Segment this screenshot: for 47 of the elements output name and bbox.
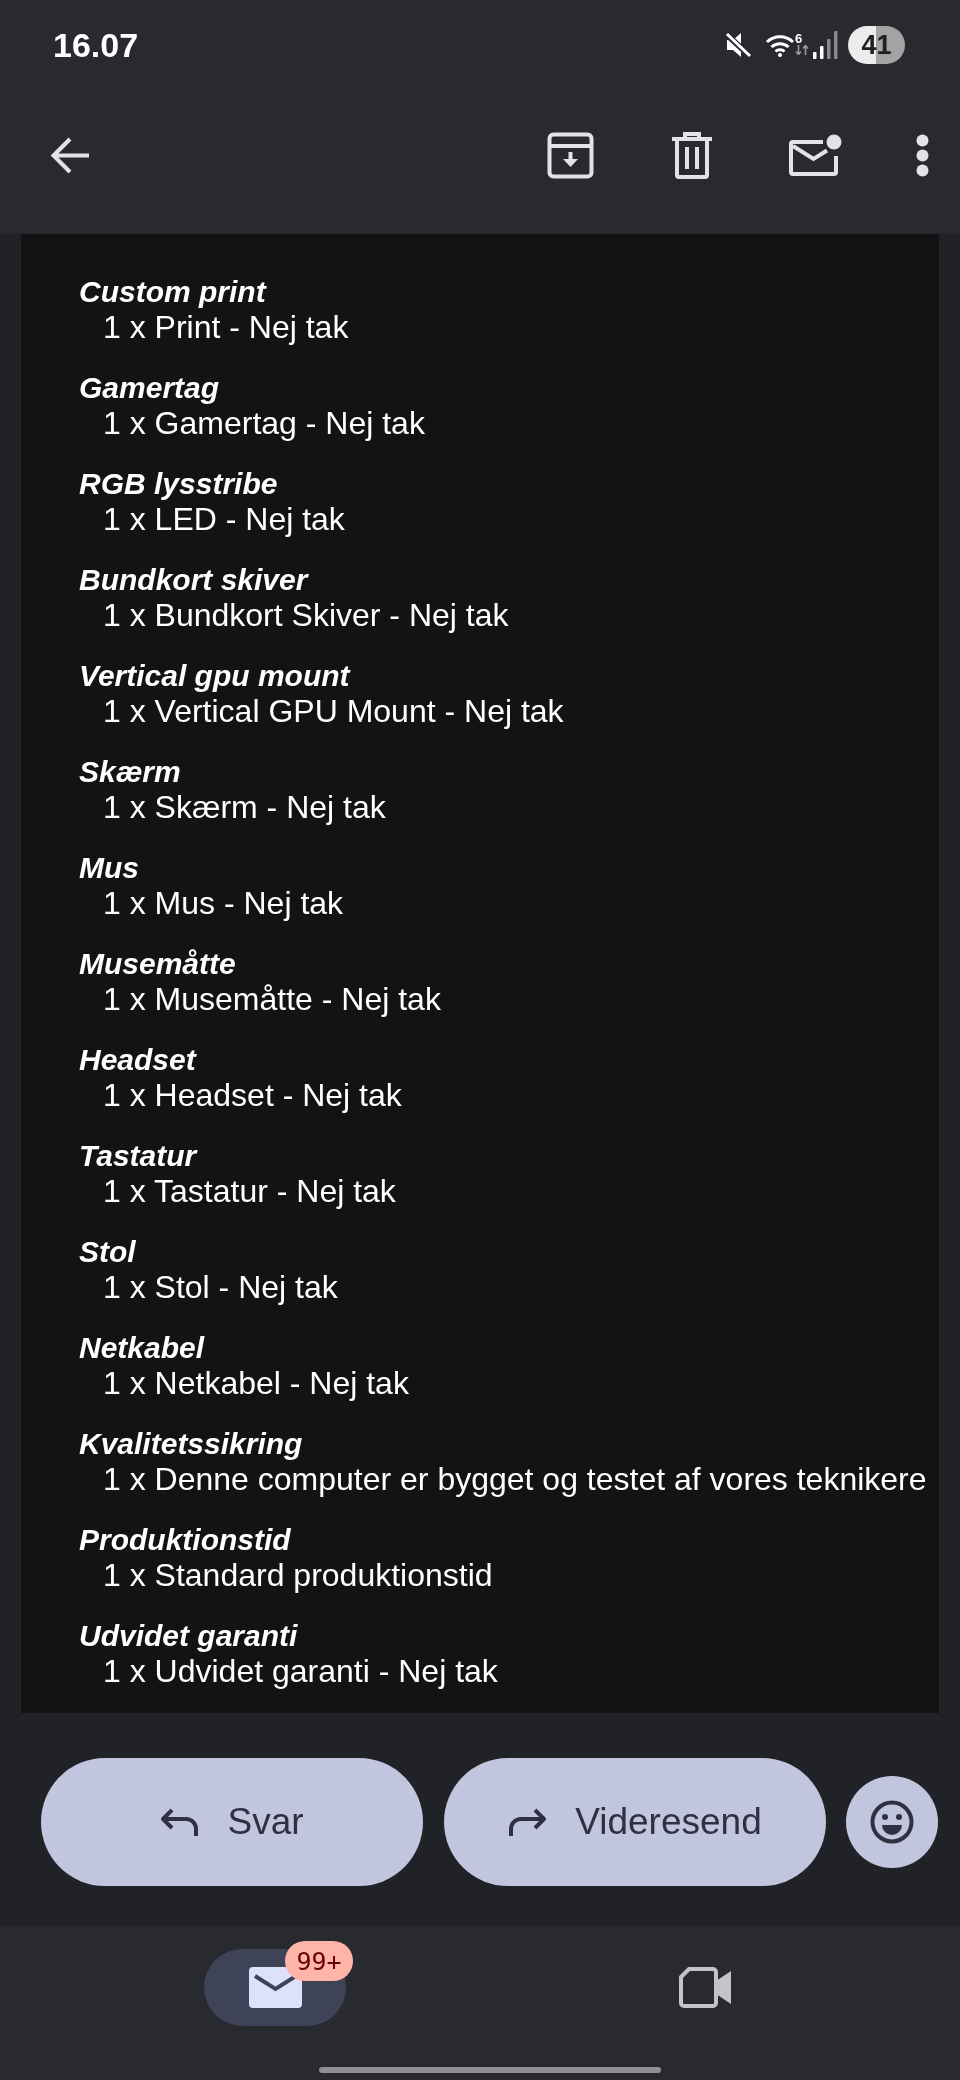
smiley-icon [870,1800,914,1844]
reply-button[interactable]: Svar [41,1758,423,1886]
option-value: 1 x Headset - Nej tak [103,1077,402,1113]
option-heading: Gamertag [79,370,220,405]
wifi-standard-label: 6 [795,31,803,45]
option-heading: Mus [79,850,139,885]
option-value: 1 x Netkabel - Nej tak [103,1365,409,1401]
forward-arrow-icon [508,1806,548,1838]
status-time: 16.07 [53,25,139,65]
option-heading: Udvidet garanti [79,1618,298,1653]
data-arrows-icon [795,44,809,55]
signal-icon [813,31,838,59]
unread-count-badge: 99+ [285,1941,353,1981]
option-heading: Vertical gpu mount [79,658,350,693]
option-value: 1 x Standard produktionstid [103,1557,493,1593]
video-camera-icon [678,1967,732,2008]
archive-box-icon[interactable] [547,131,594,179]
option-heading: Netkabel [79,1330,205,1365]
option-heading: Skærm [79,754,181,789]
option-value: 1 x Print - Nej tak [103,309,349,345]
option-heading: Musemåtte [79,946,236,981]
option-value: 1 x Tastatur - Nej tak [103,1173,396,1209]
option-heading: RGB lysstribe [79,466,278,501]
option-value: 1 x Skærm - Nej tak [103,789,386,825]
option-value: 1 x Gamertag - Nej tak [103,405,425,441]
reply-arrow-icon [160,1806,200,1838]
option-heading: Custom print [79,274,266,309]
option-value: 1 x Stol - Nej tak [103,1269,338,1305]
option-value: 1 x Denne computer er bygget og testet af vores teknikere [103,1461,927,1497]
option-value: 1 x Vertical GPU Mount - Nej tak [103,693,564,729]
envelope-dot-icon[interactable] [789,134,842,176]
option-heading: Headset [79,1042,196,1077]
wifi-icon [765,33,795,57]
option-heading: Kvalitetssikring [79,1426,303,1461]
option-heading: Tastatur [79,1138,197,1173]
option-heading: Bundkort skiver [79,562,308,597]
forward-button[interactable]: Videresend [444,1758,826,1886]
more-options-icon[interactable] [916,133,929,177]
option-value: 1 x Musemåtte - Nej tak [103,981,441,1017]
option-value: 1 x LED - Nej tak [103,501,345,537]
option-value: 1 x Udvidet garanti - Nej tak [103,1653,498,1689]
option-heading: Stol [79,1234,136,1269]
mute-icon [724,32,752,58]
option-value: 1 x Bundkort Skiver - Nej tak [103,597,509,633]
option-value: 1 x Mus - Nej tak [103,885,344,921]
option-heading: Produktionstid [79,1522,291,1557]
trash-icon[interactable] [672,131,712,179]
